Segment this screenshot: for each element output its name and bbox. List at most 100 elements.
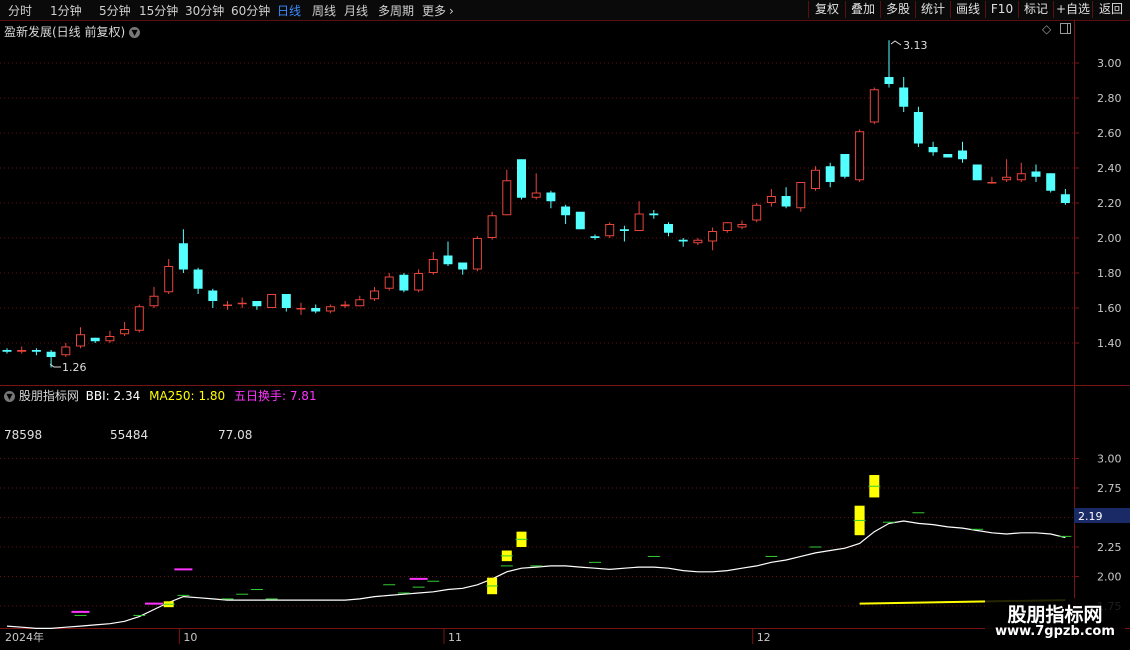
candle-up: [502, 180, 512, 216]
period-tab-monthly[interactable]: 月线: [344, 2, 368, 19]
period-tab-daily[interactable]: 日线: [277, 2, 301, 19]
candle-up: [370, 290, 379, 300]
candle-down: [252, 301, 262, 307]
turnover-value: 7.81: [289, 389, 317, 403]
current-value: 2.19: [1078, 510, 1103, 523]
candle-down: [1060, 194, 1070, 203]
diamond-icon[interactable]: ◇: [1042, 22, 1051, 36]
candle-up: [869, 89, 879, 123]
candle-down: [90, 337, 100, 342]
period-tab-5min[interactable]: 5分钟: [99, 2, 131, 19]
add-favorite-button[interactable]: +自选: [1053, 1, 1092, 18]
period-tab-60min[interactable]: 60分钟: [231, 2, 270, 19]
candle-down: [781, 196, 791, 207]
candle-up: [722, 222, 732, 231]
period-tab-weekly[interactable]: 周线: [312, 2, 336, 19]
period-toolbar: 分时 1分钟 5分钟 15分钟 30分钟 60分钟 日线 周线 月线 多周期 更…: [0, 0, 1130, 21]
draw-line-button[interactable]: 画线: [950, 1, 985, 18]
chevron-down-icon[interactable]: ▼: [4, 391, 15, 402]
low-annotation: 1.26: [49, 361, 87, 374]
watermark-title: 股朋指标网: [1007, 604, 1103, 626]
candle-up: [237, 302, 247, 305]
candle-up: [384, 276, 394, 289]
candle-down: [1031, 171, 1041, 177]
indicator-tick-label: 2.25: [1097, 541, 1122, 554]
bbi-value: 2.34: [113, 389, 141, 403]
current-value-tag: 2.19: [1074, 508, 1130, 523]
candle-down: [458, 262, 468, 270]
candle-down: [193, 269, 203, 289]
signal-bar: [501, 550, 512, 562]
watermark: 股朋指标网 www.7gpzb.com: [985, 598, 1125, 646]
signal-bar: [516, 531, 527, 547]
candle-down: [649, 213, 659, 216]
low-price-label: 1.26: [62, 361, 87, 374]
price-tick-label: 1.40: [1097, 337, 1122, 350]
candle-down: [311, 308, 321, 312]
candle-up: [811, 169, 820, 189]
indicator-name: 股朋指标网: [18, 389, 79, 403]
candle-up: [766, 196, 776, 203]
candle-down: [590, 236, 600, 238]
x-axis-label: 11: [448, 631, 462, 644]
candle-down: [825, 166, 835, 182]
period-tab-1min[interactable]: 1分钟: [50, 2, 82, 19]
period-tab-30min[interactable]: 30分钟: [185, 2, 224, 19]
candle-down: [840, 154, 850, 177]
f10-button[interactable]: F10: [985, 1, 1018, 18]
candle-down: [2, 350, 12, 352]
back-button[interactable]: 返回: [1092, 1, 1129, 18]
candle-down: [928, 147, 938, 153]
signal-bar: [854, 505, 865, 536]
candle-down: [664, 224, 673, 233]
candle-up: [296, 308, 306, 310]
candle-up: [693, 239, 703, 244]
candle-up: [428, 259, 438, 273]
candle-up: [325, 306, 335, 312]
panel-toggle-icon[interactable]: [1060, 23, 1071, 34]
turnover-label: 五日换手:: [233, 389, 287, 403]
bbi-label: BBI:: [85, 389, 110, 403]
candle-up: [164, 266, 174, 293]
indicator-tick-label: 2.50: [1097, 512, 1122, 525]
candle-up: [105, 336, 115, 342]
chevron-down-icon[interactable]: ▼: [129, 27, 141, 38]
multi-stock-button[interactable]: 多股: [880, 1, 915, 18]
candle-up: [531, 192, 541, 198]
period-tab-15min[interactable]: 15分钟: [139, 2, 178, 19]
period-tab-minute[interactable]: 分时: [8, 2, 32, 19]
signal-bar: [869, 475, 880, 498]
candle-up: [605, 224, 615, 237]
price-tick-label: 2.40: [1097, 162, 1122, 175]
candle-up: [267, 294, 277, 308]
candle-up: [1016, 173, 1026, 181]
bbi-line: [6, 520, 1066, 630]
period-tab-multi[interactable]: 多周期: [378, 2, 414, 19]
x-axis-label: 10: [183, 631, 197, 644]
more-label: 更多: [422, 4, 447, 18]
indicator-stat-3: 77.08: [218, 428, 253, 442]
overlay-button[interactable]: 叠加: [845, 1, 880, 18]
price-tick-label: 3.00: [1097, 57, 1122, 70]
indicator-tick-label: 2.75: [1097, 482, 1122, 495]
candle-up: [1002, 176, 1012, 181]
candle-down: [208, 290, 218, 301]
indicator-stat-2: 55484: [110, 428, 149, 442]
price-tick-label: 2.80: [1097, 92, 1122, 105]
candle-down: [943, 154, 953, 158]
price-tick-label: 2.20: [1097, 197, 1122, 210]
period-tab-more[interactable]: 更多 ›: [422, 2, 454, 19]
candle-down: [443, 255, 453, 265]
candle-down: [546, 192, 556, 202]
statistics-button[interactable]: 统计: [915, 1, 950, 18]
candle-up: [61, 346, 71, 356]
chevron-right-icon: ›: [449, 4, 454, 18]
price-tick-label: 2.60: [1097, 127, 1122, 140]
candle-down: [31, 350, 41, 352]
stock-title: 盈新发展(日线 前复权): [4, 25, 126, 39]
candle-up: [987, 182, 997, 184]
restore-rights-button[interactable]: 复权: [808, 1, 845, 18]
mark-button[interactable]: 标记: [1018, 1, 1053, 18]
candle-up: [17, 350, 27, 352]
candle-down: [1046, 173, 1056, 191]
